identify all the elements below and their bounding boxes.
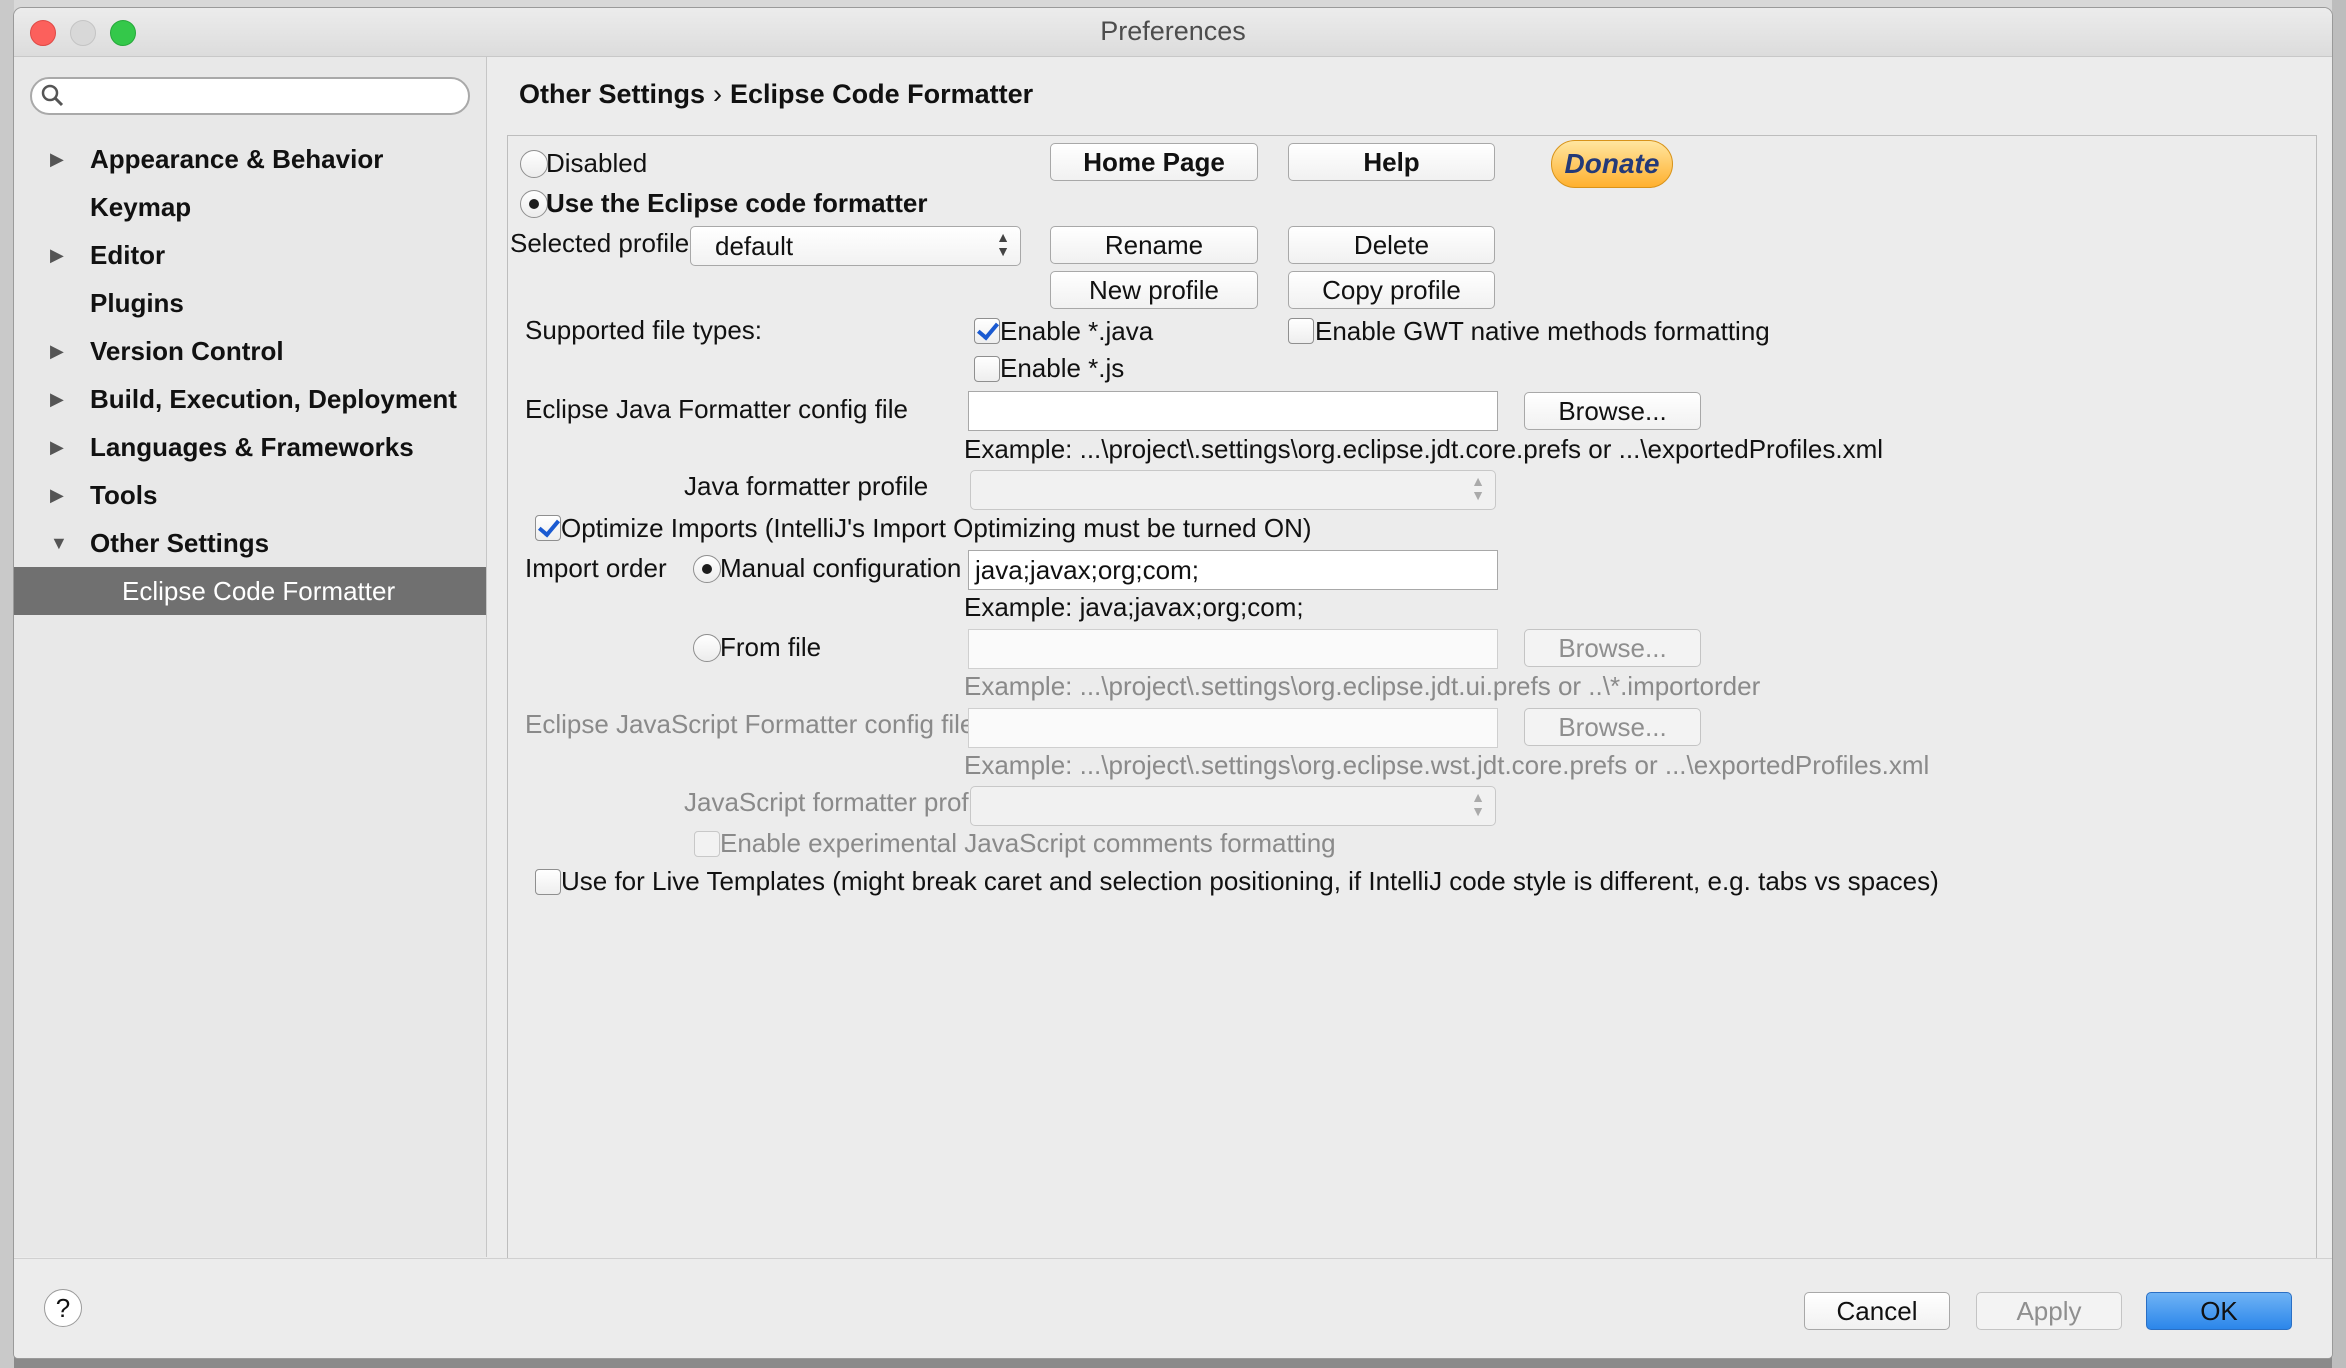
enable-js-checkbox[interactable] <box>974 356 1000 382</box>
optimize-imports-checkbox[interactable] <box>535 515 561 541</box>
expand-arrow-icon[interactable]: ▶ <box>50 231 64 279</box>
use-eclipse-radio[interactable] <box>520 190 548 218</box>
enable-java-checkbox[interactable] <box>974 318 1000 344</box>
window-title: Preferences <box>1100 16 1246 46</box>
breadcrumb-separator: › <box>713 79 723 109</box>
import-order-label: Import order <box>525 553 667 583</box>
new-profile-button[interactable]: New profile <box>1050 271 1258 309</box>
search-icon <box>41 84 64 107</box>
rename-button[interactable]: Rename <box>1050 226 1258 264</box>
sidebar-item-label: Editor <box>90 240 166 270</box>
java-config-input[interactable] <box>968 391 1498 431</box>
ok-button[interactable]: OK <box>2146 1292 2292 1330</box>
disabled-radio[interactable] <box>520 150 548 178</box>
js-config-input[interactable] <box>968 708 1498 748</box>
sidebar-item-other-settings[interactable]: ▼ Other Settings <box>14 519 486 567</box>
formatter-panel: Disabled Home Page Help Donate Use the E… <box>507 135 2317 1266</box>
select-arrows-icon: ▲ ▼ <box>1471 789 1485 819</box>
sidebar-item-eclipse-code-formatter[interactable]: Eclipse Code Formatter <box>14 567 486 615</box>
help-button[interactable]: Help <box>1288 143 1495 181</box>
preferences-dialog: Preferences ▶ Appearance & Behavior Keym… <box>14 8 2332 1358</box>
selected-profile-label: Selected profile: <box>510 228 697 258</box>
java-config-browse-button[interactable]: Browse... <box>1524 392 1701 430</box>
settings-tree: ▶ Appearance & Behavior Keymap ▶ Editor … <box>14 135 486 615</box>
apply-button[interactable]: Apply <box>1976 1292 2122 1330</box>
enable-js-label: Enable *.js <box>1000 353 1125 383</box>
sidebar-item-label: Build, Execution, Deployment <box>90 384 457 414</box>
live-templates-checkbox[interactable] <box>535 869 561 895</box>
js-comments-checkbox[interactable] <box>694 831 720 857</box>
sidebar-item-label: Plugins <box>90 288 184 318</box>
js-profile-select[interactable]: ▲ ▼ <box>970 786 1496 826</box>
select-arrows-icon: ▲ ▼ <box>996 229 1010 259</box>
js-config-example: Example: ...\project\.settings\org.eclip… <box>964 750 1930 780</box>
from-file-label: From file <box>720 632 822 662</box>
sidebar-item-label: Languages & Frameworks <box>90 432 414 462</box>
expand-arrow-icon[interactable]: ▶ <box>50 471 64 519</box>
profile-select[interactable]: default ▲ ▼ <box>690 226 1021 266</box>
breadcrumb-parent: Other Settings <box>519 79 706 109</box>
live-templates-label: Use for Live Templates (might break care… <box>561 866 1939 896</box>
copy-profile-button[interactable]: Copy profile <box>1288 271 1495 309</box>
optimize-imports-label: Optimize Imports (IntelliJ's Import Opti… <box>561 513 1312 543</box>
sidebar-item-languages-frameworks[interactable]: ▶ Languages & Frameworks <box>14 423 486 471</box>
sidebar-item-keymap[interactable]: Keymap <box>14 183 486 231</box>
cancel-button[interactable]: Cancel <box>1804 1292 1950 1330</box>
expand-arrow-icon[interactable]: ▶ <box>50 375 64 423</box>
enable-gwt-checkbox[interactable] <box>1288 318 1314 344</box>
disabled-label: Disabled <box>546 148 648 178</box>
supported-types-label: Supported file types: <box>525 315 763 345</box>
home-page-button[interactable]: Home Page <box>1050 143 1258 181</box>
help-icon[interactable]: ? <box>44 1289 82 1327</box>
delete-button[interactable]: Delete <box>1288 226 1495 264</box>
title-bar: Preferences <box>14 8 2332 57</box>
js-config-browse-button[interactable]: Browse... <box>1524 708 1701 746</box>
donate-button[interactable]: Donate <box>1551 140 1673 188</box>
sidebar-item-label: Keymap <box>90 192 192 222</box>
breadcrumb: Other Settings › Eclipse Code Formatter <box>519 79 1033 110</box>
settings-sidebar: ▶ Appearance & Behavior Keymap ▶ Editor … <box>14 57 487 1257</box>
import-order-input[interactable]: java;javax;org;com; <box>968 550 1498 590</box>
expand-arrow-icon[interactable]: ▶ <box>50 423 64 471</box>
sidebar-item-label: Eclipse Code Formatter <box>122 576 396 606</box>
import-order-example: Example: java;javax;org;com; <box>964 592 1304 622</box>
manual-config-label: Manual configuration <box>720 553 962 583</box>
js-config-label: Eclipse JavaScript Formatter config file <box>525 709 975 739</box>
sidebar-item-label: Tools <box>90 480 158 510</box>
from-file-radio[interactable] <box>693 634 721 662</box>
breadcrumb-current: Eclipse Code Formatter <box>730 79 1034 109</box>
from-file-input[interactable] <box>968 629 1498 669</box>
expand-arrow-icon[interactable]: ▶ <box>50 327 64 375</box>
sidebar-item-label: Version Control <box>90 336 284 366</box>
sidebar-item-plugins[interactable]: Plugins <box>14 279 486 327</box>
collapse-arrow-icon[interactable]: ▼ <box>50 519 68 567</box>
sidebar-item-appearance-behavior[interactable]: ▶ Appearance & Behavior <box>14 135 486 183</box>
profile-select-value: default <box>715 231 794 261</box>
search-input[interactable] <box>30 77 470 115</box>
sidebar-item-tools[interactable]: ▶ Tools <box>14 471 486 519</box>
dialog-footer: ? Cancel Apply OK <box>14 1258 2332 1358</box>
java-profile-label: Java formatter profile <box>684 471 929 501</box>
js-profile-label: JavaScript formatter profile <box>684 787 995 817</box>
sidebar-item-editor[interactable]: ▶ Editor <box>14 231 486 279</box>
ide-background-left <box>0 0 14 1368</box>
java-config-example: Example: ...\project\.settings\org.eclip… <box>964 434 1884 464</box>
sidebar-item-version-control[interactable]: ▶ Version Control <box>14 327 486 375</box>
enable-java-label: Enable *.java <box>1000 316 1154 346</box>
from-file-browse-button[interactable]: Browse... <box>1524 629 1701 667</box>
expand-arrow-icon[interactable]: ▶ <box>50 135 64 183</box>
sidebar-item-build-execution-deployment[interactable]: ▶ Build, Execution, Deployment <box>14 375 486 423</box>
js-comments-label: Enable experimental JavaScript comments … <box>720 828 1336 858</box>
enable-gwt-label: Enable GWT native methods formatting <box>1315 316 1770 346</box>
sidebar-item-label: Appearance & Behavior <box>90 144 384 174</box>
from-file-example: Example: ...\project\.settings\org.eclip… <box>964 671 1761 701</box>
select-arrows-icon: ▲ ▼ <box>1471 473 1485 503</box>
settings-content: Other Settings › Eclipse Code Formatter Di… <box>487 57 2332 1266</box>
java-config-label: Eclipse Java Formatter config file <box>525 394 908 424</box>
use-eclipse-label: Use the Eclipse code formatter <box>546 188 928 218</box>
java-profile-select[interactable]: ▲ ▼ <box>970 470 1496 510</box>
ide-background-right <box>2332 0 2346 1368</box>
manual-config-radio[interactable] <box>693 555 721 583</box>
sidebar-item-label: Other Settings <box>90 528 270 558</box>
